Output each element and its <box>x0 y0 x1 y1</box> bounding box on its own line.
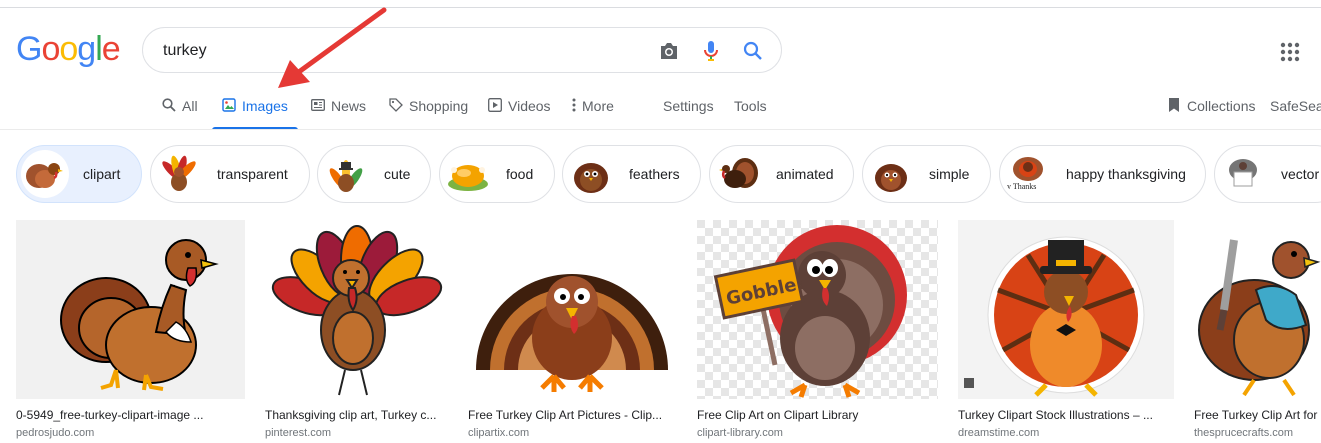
chip-thumbnail <box>714 150 762 198</box>
result-source[interactable]: pedrosjudo.com <box>16 427 245 440</box>
chip-clipart[interactable]: clipart <box>16 145 142 203</box>
chip-thumbnail <box>155 150 203 198</box>
tab-label: Shopping <box>409 98 469 114</box>
tabs-divider <box>0 129 1321 130</box>
chip-thumbnail <box>21 150 69 198</box>
result-caption[interactable]: Free Clip Art on Clipart Library <box>697 408 938 422</box>
chip-cute[interactable]: cute <box>317 145 431 203</box>
safesearch-link[interactable]: SafeSear <box>1270 96 1321 116</box>
result-thumbnail[interactable] <box>16 220 245 399</box>
bookmark-icon <box>1167 97 1181 116</box>
chip-vector[interactable]: vector <box>1214 145 1321 203</box>
search-icon <box>162 97 176 115</box>
chip-animated[interactable]: animated <box>709 145 854 203</box>
chip-label: feathers <box>629 166 680 182</box>
mic-icon[interactable] <box>699 39 723 63</box>
svg-text:y Thanks: y Thanks <box>1007 182 1036 191</box>
tab-all[interactable]: All <box>162 96 198 116</box>
result-card[interactable]: Gobble! Free Clip Art on Clipart Library… <box>697 220 938 440</box>
search-input[interactable] <box>163 39 643 63</box>
result-thumbnail[interactable] <box>1194 220 1321 399</box>
more-vert-icon <box>572 98 576 115</box>
chip-label: cute <box>384 166 411 182</box>
tab-shopping[interactable]: Shopping <box>389 96 468 116</box>
search-box[interactable] <box>142 27 782 73</box>
result-source[interactable]: pinterest.com <box>265 427 448 440</box>
result-thumbnail[interactable] <box>265 220 448 399</box>
logo-letter: e <box>101 30 121 68</box>
result-thumbnail[interactable]: Gobble! <box>697 220 938 399</box>
tab-more[interactable]: More <box>572 96 614 116</box>
settings-link[interactable]: Settings <box>663 96 714 116</box>
tab-label: All <box>182 98 198 114</box>
apps-grid-icon[interactable] <box>1278 40 1302 64</box>
chip-thumbnail <box>567 150 615 198</box>
result-source[interactable]: thesprucecrafts.com <box>1194 427 1321 440</box>
chip-label: simple <box>929 166 970 182</box>
tab-videos[interactable]: Videos <box>488 96 551 116</box>
logo-letter: G <box>16 30 42 68</box>
tab-label: Images <box>242 98 288 114</box>
chip-label: transparent <box>217 166 288 182</box>
result-card[interactable]: Free Turkey Clip Art for thesprucecrafts… <box>1194 220 1321 440</box>
chip-feathers[interactable]: feathers <box>562 145 701 203</box>
tab-label: News <box>331 98 367 114</box>
tag-icon <box>389 97 403 115</box>
top-divider <box>0 7 1321 8</box>
chip-thumbnail <box>322 150 370 198</box>
logo-letter: o <box>41 30 60 68</box>
tab-label: Videos <box>508 98 551 114</box>
chip-thumbnail <box>867 150 915 198</box>
chip-thumbnail <box>444 150 492 198</box>
tools-label: Tools <box>734 98 767 114</box>
image-results: 0-5949_free-turkey-clipart-image ... ped… <box>0 220 1321 443</box>
chip-simple[interactable]: simple <box>862 145 991 203</box>
result-source[interactable]: dreamstime.com <box>958 427 1174 440</box>
result-caption[interactable]: Free Turkey Clip Art Pictures - Clip... <box>468 408 677 422</box>
chip-label: vector <box>1281 166 1320 182</box>
result-card[interactable]: Free Turkey Clip Art Pictures - Clip... … <box>468 220 677 440</box>
chip-food[interactable]: food <box>439 145 555 203</box>
result-thumbnail[interactable] <box>468 220 677 399</box>
related-chips: clipart transparent cute food feathers a… <box>0 145 1321 205</box>
tab-news[interactable]: News <box>311 96 366 116</box>
result-thumbnail[interactable] <box>958 220 1174 399</box>
result-caption[interactable]: 0-5949_free-turkey-clipart-image ... <box>16 408 245 422</box>
chip-label: food <box>506 166 534 182</box>
chip-label: happy thanksgiving <box>1066 166 1186 182</box>
result-card[interactable]: Turkey Clipart Stock Illustrations – ...… <box>958 220 1174 440</box>
result-caption[interactable]: Thanksgiving clip art, Turkey c... <box>265 408 448 422</box>
result-caption[interactable]: Free Turkey Clip Art for <box>1194 408 1321 422</box>
collections-link[interactable]: Collections <box>1167 96 1255 116</box>
result-card[interactable]: Thanksgiving clip art, Turkey c... pinte… <box>265 220 448 440</box>
tools-link[interactable]: Tools <box>734 96 767 116</box>
image-icon <box>222 97 236 115</box>
camera-icon[interactable] <box>657 39 681 63</box>
tab-images[interactable]: Images <box>222 96 288 116</box>
tab-label: More <box>582 98 614 114</box>
settings-label: Settings <box>663 98 714 114</box>
result-source[interactable]: clipart-library.com <box>697 427 938 440</box>
result-source[interactable]: clipartix.com <box>468 427 677 440</box>
chip-label: animated <box>776 166 834 182</box>
logo-letter: o <box>59 30 78 68</box>
chip-transparent[interactable]: transparent <box>150 145 310 203</box>
chip-thumbnail <box>1219 150 1267 198</box>
search-tabs: All Images News Shopping Videos More Set… <box>0 84 1321 130</box>
news-icon <box>311 98 325 114</box>
logo-letter: g <box>77 30 96 68</box>
search-icon[interactable] <box>741 39 765 63</box>
chip-label: clipart <box>83 166 121 182</box>
chip-happy-thanksgiving[interactable]: y Thanks happy thanksgiving <box>999 145 1206 203</box>
chip-thumbnail: y Thanks <box>1004 150 1052 198</box>
result-card[interactable]: 0-5949_free-turkey-clipart-image ... ped… <box>16 220 245 440</box>
play-icon <box>488 97 502 115</box>
result-caption[interactable]: Turkey Clipart Stock Illustrations – ... <box>958 408 1174 422</box>
safesearch-label: SafeSear <box>1270 98 1321 114</box>
google-logo[interactable]: Google <box>16 29 121 69</box>
collections-label: Collections <box>1187 98 1256 114</box>
